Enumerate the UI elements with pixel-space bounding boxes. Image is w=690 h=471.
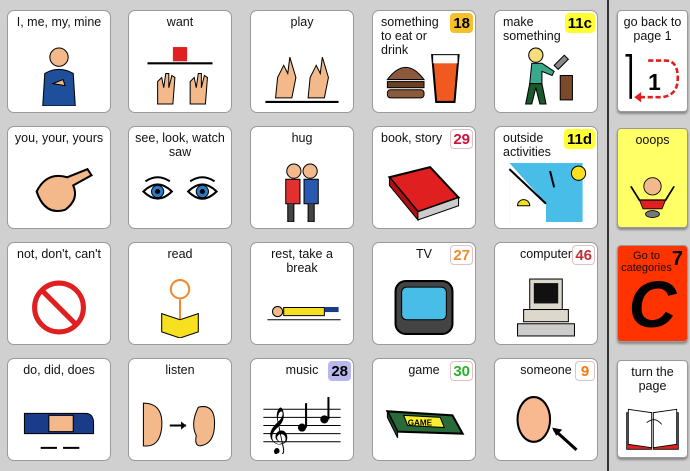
cell-eyes[interactable]: see, look, watch saw — [128, 126, 232, 229]
link-badge: 18 — [450, 13, 473, 33]
cell-hug[interactable]: hug — [250, 126, 354, 229]
link-badge: 30 — [450, 361, 473, 381]
cell-label: book, story — [381, 131, 443, 145]
cell-no-sign[interactable]: not, don't, can't — [7, 242, 111, 345]
ear-listen-icon — [139, 393, 221, 454]
categories-c-icon: C — [628, 267, 677, 341]
cell-book[interactable]: book, story 29 — [372, 126, 476, 229]
cell-label: read — [167, 247, 193, 261]
link-badge: 29 — [450, 129, 473, 149]
oops-person-icon — [622, 169, 683, 221]
back-to-page-1-icon: 1 — [622, 51, 683, 105]
book-icon — [383, 161, 465, 222]
go-to-categories-button[interactable]: Go to categories 7 C — [617, 245, 688, 342]
outside-icon — [505, 161, 587, 222]
computer-icon — [505, 277, 587, 338]
go-back-page-1-button[interactable]: go back to page 1 1 — [617, 10, 688, 112]
cell-tv[interactable]: TV 27 — [372, 242, 476, 345]
music-notes-icon: 𝄞 — [261, 393, 343, 456]
do-sign-icon — [18, 393, 100, 454]
cell-ear-listen[interactable]: listen — [128, 358, 232, 461]
svg-text:𝄞: 𝄞 — [265, 406, 289, 454]
cell-label: play — [290, 15, 314, 29]
oops-button[interactable]: ooops — [617, 128, 688, 228]
cell-computer[interactable]: computer 46 — [494, 242, 598, 345]
person-lying-icon — [261, 277, 343, 338]
link-badge: 27 — [450, 245, 473, 265]
head-pointer-icon — [505, 393, 587, 454]
cell-outside[interactable]: outside activities 11d — [494, 126, 598, 229]
divider — [607, 0, 609, 471]
cell-person-reading[interactable]: read — [128, 242, 232, 345]
cell-finger-pointing[interactable]: you, your, yours — [7, 126, 111, 229]
cell-label: outside activities — [503, 131, 551, 159]
cell-burger-drink[interactable]: something to eat or drink 18 — [372, 10, 476, 113]
link-badge: 9 — [575, 361, 595, 381]
cell-label: hug — [291, 131, 313, 145]
cell-label: rest, take a break — [271, 247, 333, 275]
cell-person-lying[interactable]: rest, take a break — [250, 242, 354, 345]
play-sign-hands-icon — [261, 45, 343, 106]
cell-music-notes[interactable]: music 28 𝄞 — [250, 358, 354, 461]
cell-label: see, look, watch saw — [135, 131, 225, 159]
link-badge: 28 — [328, 361, 351, 381]
turn-page-icon — [622, 401, 683, 451]
cell-label: listen — [165, 363, 195, 377]
tv-icon — [383, 277, 465, 338]
cell-hands-reaching[interactable]: want — [128, 10, 232, 113]
cell-label: not, don't, can't — [17, 247, 101, 261]
page-number: 1 — [648, 69, 661, 95]
turn-page-button[interactable]: turn the page — [617, 360, 688, 458]
button-label: ooops — [635, 133, 670, 147]
link-badge: 11d — [563, 129, 595, 149]
cell-label: I, me, my, mine — [16, 15, 102, 29]
no-sign-icon — [18, 277, 100, 338]
cell-person-hammering[interactable]: make something 11c — [494, 10, 598, 113]
link-badge: 11c — [564, 13, 595, 33]
link-badge: 46 — [572, 245, 595, 265]
button-label: go back to page 1 — [623, 15, 682, 43]
hands-reaching-icon — [139, 45, 221, 106]
cell-head-pointer[interactable]: someone 9 — [494, 358, 598, 461]
svg-text:GAME: GAME — [408, 419, 433, 428]
hug-icon — [261, 161, 343, 223]
person-reading-icon — [139, 277, 221, 339]
eyes-icon — [139, 161, 221, 222]
cell-person-pointing-self[interactable]: I, me, my, mine — [7, 10, 111, 113]
cell-play-sign-hands[interactable]: play — [250, 10, 354, 113]
cell-label: make something — [503, 15, 561, 43]
cell-label: you, your, yours — [14, 131, 104, 145]
cell-label: want — [166, 15, 194, 29]
person-pointing-self-icon — [18, 45, 100, 107]
finger-pointing-icon — [18, 161, 100, 222]
cell-label: do, did, does — [23, 363, 95, 377]
cell-game-board[interactable]: game 30 GAME — [372, 358, 476, 461]
button-label: turn the page — [631, 365, 674, 393]
burger-drink-icon — [383, 45, 465, 106]
cell-do-sign[interactable]: do, did, does — [7, 358, 111, 461]
game-board-icon: GAME — [383, 393, 465, 454]
person-hammering-icon — [505, 45, 587, 106]
